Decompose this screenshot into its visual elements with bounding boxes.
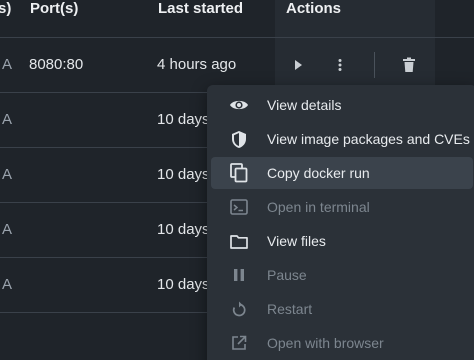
menu-item-restart[interactable]: Restart bbox=[211, 293, 473, 325]
menu-item-label: Restart bbox=[267, 301, 313, 317]
shield-icon bbox=[229, 129, 249, 149]
restart-icon bbox=[229, 299, 249, 319]
menu-item-label: Open in terminal bbox=[267, 199, 370, 215]
ports-link[interactable]: 8080:80 bbox=[29, 56, 83, 73]
start-button[interactable] bbox=[286, 53, 310, 77]
folder-icon bbox=[229, 231, 249, 251]
more-vertical-icon bbox=[338, 59, 342, 71]
menu-item-label: View image packages and CVEs bbox=[267, 131, 470, 147]
menu-item-view-files[interactable]: View files bbox=[211, 225, 473, 257]
terminal-icon bbox=[229, 197, 249, 217]
pause-icon bbox=[229, 265, 249, 285]
last-started-cell: 4 hours ago bbox=[157, 56, 237, 73]
menu-item-view-details[interactable]: View details bbox=[211, 89, 473, 121]
menu-item-open-in-terminal[interactable]: Open in terminal bbox=[211, 191, 473, 223]
menu-item-open-with-browser[interactable]: Open with browser bbox=[211, 327, 473, 359]
open-external-icon bbox=[229, 333, 249, 353]
menu-item-label: Copy docker run bbox=[267, 165, 370, 181]
menu-item-label: View files bbox=[267, 233, 326, 249]
menu-item-view-image-packages[interactable]: View image packages and CVEs bbox=[211, 123, 473, 155]
column-header-last-started[interactable]: Last started bbox=[158, 0, 243, 38]
container-context-menu: View details View image packages and CVE… bbox=[207, 85, 474, 360]
trash-icon bbox=[403, 57, 415, 72]
play-icon bbox=[295, 60, 302, 70]
column-header-actions: Actions bbox=[286, 0, 342, 17]
copy-icon bbox=[229, 163, 249, 183]
menu-item-label: Pause bbox=[267, 267, 307, 283]
menu-item-pause[interactable]: Pause bbox=[211, 259, 473, 291]
column-header-ports[interactable]: Port(s) bbox=[30, 0, 78, 38]
actions-divider bbox=[374, 52, 375, 78]
status-cell: A bbox=[2, 276, 13, 293]
more-actions-button[interactable] bbox=[328, 53, 352, 77]
status-cell: A bbox=[2, 56, 13, 73]
status-cell: A bbox=[2, 221, 13, 238]
menu-item-copy-docker-run[interactable]: Copy docker run bbox=[211, 157, 473, 189]
status-cell: A bbox=[2, 111, 13, 128]
delete-button[interactable] bbox=[397, 53, 421, 77]
last-started-cell: 10 days bbox=[157, 111, 210, 128]
table-header: s) Port(s) Last started Actions bbox=[0, 0, 474, 38]
status-cell: A bbox=[2, 166, 13, 183]
eye-icon bbox=[229, 95, 249, 115]
last-started-cell: 10 days bbox=[157, 221, 210, 238]
menu-item-label: Open with browser bbox=[267, 335, 384, 351]
last-started-cell: 10 days bbox=[157, 166, 210, 183]
column-header-status[interactable]: s) bbox=[0, 0, 11, 38]
menu-item-label: View details bbox=[267, 97, 342, 113]
last-started-cell: 10 days bbox=[157, 276, 210, 293]
